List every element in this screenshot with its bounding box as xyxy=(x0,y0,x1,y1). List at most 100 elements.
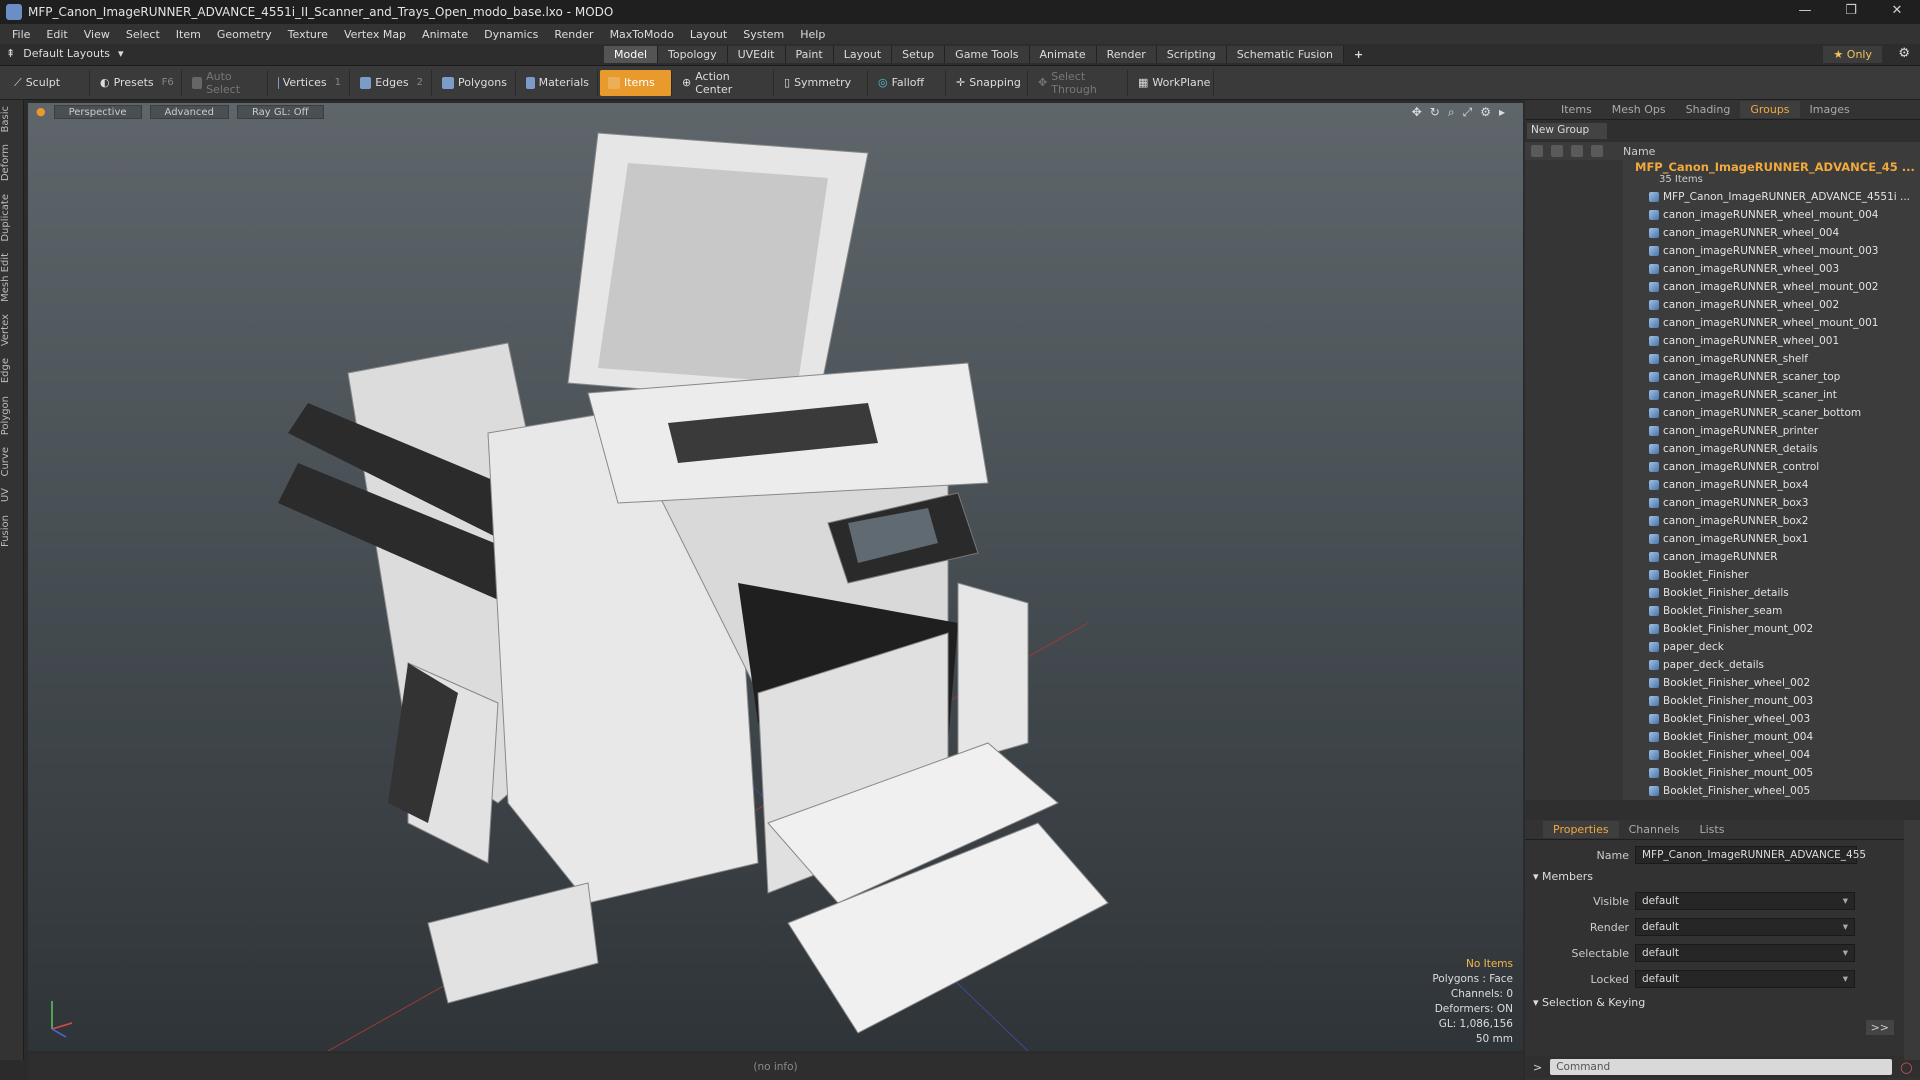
vtab-uv[interactable]: UV xyxy=(0,482,24,508)
layouts-dropdown[interactable]: ⇞ Default Layouts ▾ xyxy=(6,47,124,60)
vtab-basic[interactable]: Basic xyxy=(0,100,24,138)
tab-channels[interactable]: Channels xyxy=(1619,821,1690,838)
presets-button[interactable]: ◐ Presets F6 xyxy=(92,69,182,96)
only-toggle[interactable]: ★ Only xyxy=(1823,46,1882,63)
render-row: Render default ▾ xyxy=(1525,918,1855,936)
menu-select[interactable]: Select xyxy=(118,28,168,41)
action-center-button[interactable]: ⊕ Action Center xyxy=(674,69,774,96)
menu-maxtomodo[interactable]: MaxToModo xyxy=(602,28,682,41)
tab-model[interactable]: Model xyxy=(604,46,659,63)
viewport-menu-dot[interactable]: ● xyxy=(36,105,46,119)
lock-icon[interactable] xyxy=(1571,145,1583,157)
vtab-vertex[interactable]: Vertex xyxy=(0,308,24,352)
tab-render[interactable]: Render xyxy=(1096,46,1157,63)
tab-animate[interactable]: Animate xyxy=(1029,46,1097,63)
tab-uvedit[interactable]: UVEdit xyxy=(727,46,786,63)
record-icon[interactable]: ◯ xyxy=(1900,1061,1912,1074)
menu-help[interactable]: Help xyxy=(792,28,833,41)
selection-keying-section[interactable]: ▾ Selection & Keying xyxy=(1533,996,1645,1009)
menu-geometry[interactable]: Geometry xyxy=(209,28,280,41)
gear-icon[interactable]: ⚙ xyxy=(1898,46,1910,61)
fit-icon[interactable]: ⤢ xyxy=(1463,105,1473,120)
3d-viewport[interactable]: ● Perspective Advanced Ray GL: Off ✥ ↻ ⌕… xyxy=(28,103,1523,1051)
menu-view[interactable]: View xyxy=(76,28,118,41)
group-row[interactable]: MFP_Canon_ImageRUNNER_ADVANCE_45 ... 35 … xyxy=(1525,160,1920,188)
tab-lists[interactable]: Lists xyxy=(1690,821,1735,838)
tab-topology[interactable]: Topology xyxy=(658,46,728,63)
visible-row: Visible default ▾ xyxy=(1525,892,1855,910)
select-through-button[interactable]: ✥ Select Through xyxy=(1030,69,1128,96)
minimize-button[interactable]: — xyxy=(1782,0,1828,24)
name-column-header[interactable]: Name xyxy=(1623,145,1655,158)
menu-edit[interactable]: Edit xyxy=(38,28,75,41)
tab-schematic-fusion[interactable]: Schematic Fusion xyxy=(1226,46,1345,63)
render-icon[interactable] xyxy=(1551,145,1563,157)
render-label: Render xyxy=(1589,920,1629,934)
items-button[interactable]: Items xyxy=(600,69,672,96)
falloff-button[interactable]: ◎ Falloff xyxy=(870,69,946,96)
rotate-icon[interactable]: ↻ xyxy=(1430,105,1440,120)
close-button[interactable]: ✕ xyxy=(1874,0,1920,24)
new-group-button[interactable]: New Group xyxy=(1527,123,1607,139)
tab-images[interactable]: Images xyxy=(1800,101,1860,118)
viewport-gear-icon[interactable]: ⚙ xyxy=(1480,105,1491,120)
viewport-expand-icon[interactable]: ▸ xyxy=(1499,105,1505,120)
zoom-icon[interactable]: ⌕ xyxy=(1448,105,1455,120)
vtab-polygon[interactable]: Polygon xyxy=(0,390,24,441)
locked-dropdown[interactable]: default ▾ xyxy=(1635,970,1855,988)
render-dropdown[interactable]: default ▾ xyxy=(1635,918,1855,936)
menu-file[interactable]: File xyxy=(4,28,38,41)
property-side-tabs[interactable] xyxy=(1904,820,1920,1060)
maximize-button[interactable]: ❐ xyxy=(1828,0,1874,24)
select-icon[interactable] xyxy=(1591,145,1603,157)
vertices-button[interactable]: Vertices 1 xyxy=(270,69,350,96)
visible-dropdown[interactable]: default ▾ xyxy=(1635,892,1855,910)
tab-shading[interactable]: Shading xyxy=(1676,101,1741,118)
raygl-button[interactable]: Ray GL: Off xyxy=(236,105,324,119)
advanced-shading-button[interactable]: Advanced xyxy=(149,105,229,119)
item-label: paper_deck_details xyxy=(1663,659,1765,671)
name-field[interactable]: MFP_Canon_ImageRUNNER_ADVANCE_455 xyxy=(1635,846,1866,864)
expand-button[interactable]: >> xyxy=(1865,1020,1894,1035)
snapping-button[interactable]: ✛ Snapping xyxy=(948,69,1028,96)
command-input[interactable]: Command xyxy=(1550,1059,1893,1075)
selectable-dropdown[interactable]: default ▾ xyxy=(1635,944,1855,962)
polygons-button[interactable]: Polygons xyxy=(434,69,516,96)
tab-items[interactable]: Items xyxy=(1551,101,1602,118)
tab-groups[interactable]: Groups xyxy=(1740,101,1800,118)
pan-icon[interactable]: ✥ xyxy=(1412,105,1422,120)
symmetry-button[interactable]: ▯ Symmetry xyxy=(776,69,868,96)
vtab-edge[interactable]: Edge xyxy=(0,352,24,389)
sculpt-button[interactable]: ⟋ Sculpt xyxy=(6,69,90,96)
menu-animate[interactable]: Animate xyxy=(414,28,476,41)
vtab-deform[interactable]: Deform xyxy=(0,138,24,187)
item-label: canon_imageRUNNER_box1 xyxy=(1663,533,1809,545)
auto-select-button[interactable]: Auto Select xyxy=(184,69,268,96)
tab-layout[interactable]: Layout xyxy=(833,46,893,63)
tab-setup[interactable]: Setup xyxy=(892,46,946,63)
edges-button[interactable]: Edges 2 xyxy=(352,69,432,96)
menu-layout[interactable]: Layout xyxy=(682,28,735,41)
materials-button[interactable]: Materials xyxy=(518,69,598,96)
modo-app-icon xyxy=(6,4,22,20)
menu-item[interactable]: Item xyxy=(168,28,209,41)
tab-mesh-ops[interactable]: Mesh Ops xyxy=(1602,101,1676,118)
menu-dynamics[interactable]: Dynamics xyxy=(476,28,546,41)
menu-system[interactable]: System xyxy=(735,28,792,41)
tab-game-tools[interactable]: Game Tools xyxy=(945,46,1030,63)
workplane-button[interactable]: ▦ WorkPlane xyxy=(1130,69,1214,96)
tab-properties[interactable]: Properties xyxy=(1543,821,1619,838)
menu-texture[interactable]: Texture xyxy=(280,28,336,41)
vtab-fusion[interactable]: Fusion xyxy=(0,509,24,553)
members-section[interactable]: ▾ Members xyxy=(1533,870,1593,883)
vtab-duplicate[interactable]: Duplicate xyxy=(0,188,24,248)
vtab-mesh-edit[interactable]: Mesh Edit xyxy=(0,247,24,308)
menu-render[interactable]: Render xyxy=(546,28,601,41)
perspective-view-button[interactable]: Perspective xyxy=(53,105,142,119)
tab-scripting[interactable]: Scripting xyxy=(1156,46,1227,63)
tab-paint[interactable]: Paint xyxy=(785,46,834,63)
vtab-curve[interactable]: Curve xyxy=(0,441,24,483)
eye-icon[interactable] xyxy=(1531,145,1543,157)
add-tab-button[interactable]: + xyxy=(1344,46,1373,63)
menu-vertex-map[interactable]: Vertex Map xyxy=(336,28,414,41)
